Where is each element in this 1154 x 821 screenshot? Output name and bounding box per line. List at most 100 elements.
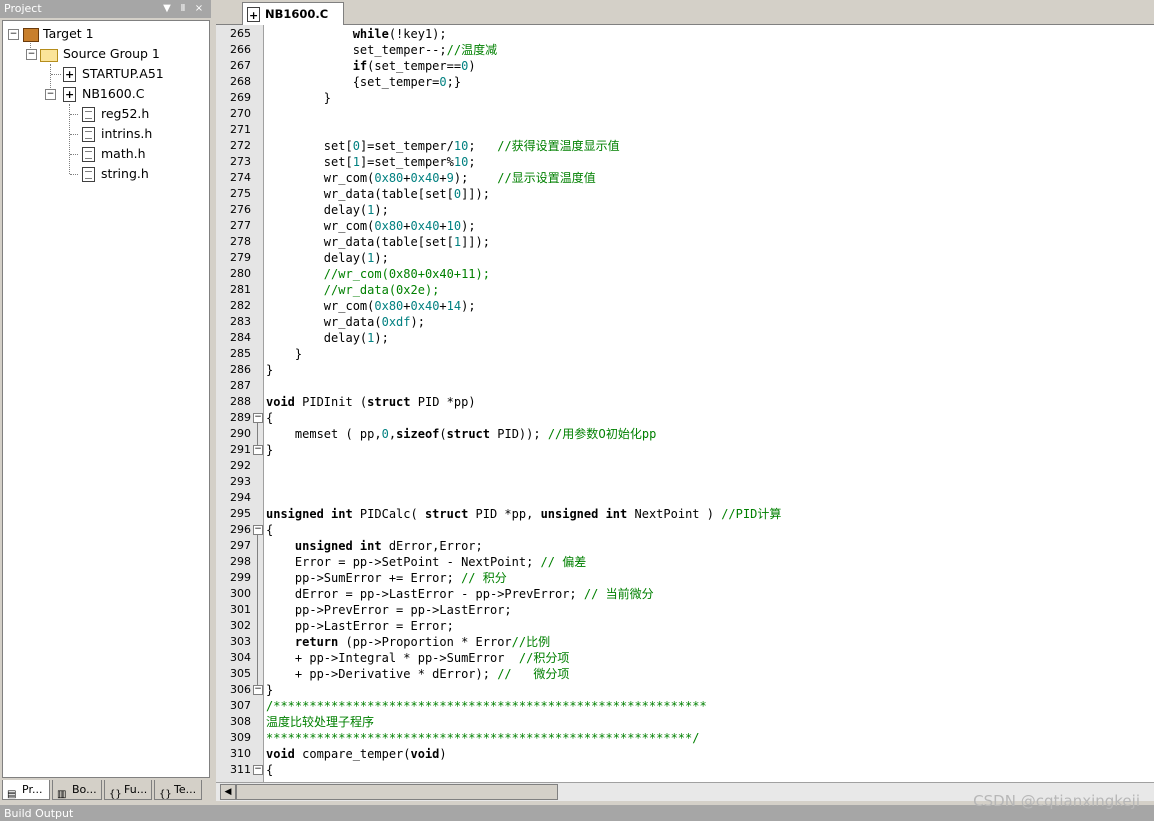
code-line[interactable]: 294 [216, 490, 1154, 506]
code-text: delay(1); [266, 331, 389, 345]
code-line[interactable]: 287 [216, 378, 1154, 394]
code-line[interactable]: 278 wr_data(table[set[1]]); [216, 234, 1154, 250]
code-line[interactable]: 267 if(set_temper==0) [216, 58, 1154, 74]
header-file-icon [82, 147, 95, 162]
line-number: 296 [230, 523, 251, 536]
line-number: 293 [230, 475, 251, 488]
code-line[interactable]: 281 //wr_data(0x2e); [216, 282, 1154, 298]
panel-menu-icon[interactable]: ▼ [160, 0, 174, 18]
code-line[interactable]: 265 while(!key1); [216, 26, 1154, 42]
code-line[interactable]: 283 wr_data(0xdf); [216, 314, 1154, 330]
header-file-icon [82, 167, 95, 182]
code-line[interactable]: 296−{ [216, 522, 1154, 538]
code-line[interactable]: 268 {set_temper=0;} [216, 74, 1154, 90]
line-number: 291 [230, 443, 251, 456]
tree-item-label: Target 1 [43, 26, 94, 41]
code-line[interactable]: 303 return (pp->Proportion * Error//比例 [216, 634, 1154, 650]
code-text: 温度比较处理子程序 [266, 715, 375, 729]
code-line[interactable]: 300 dError = pp->LastError - pp->PrevErr… [216, 586, 1154, 602]
line-number: 290 [230, 427, 251, 440]
code-line[interactable]: 291−} [216, 442, 1154, 458]
code-line[interactable]: 307 /************************************… [216, 698, 1154, 714]
fold-end-icon[interactable]: − [253, 685, 263, 695]
tree-item-label: math.h [101, 146, 146, 161]
line-number: 273 [230, 155, 251, 168]
code-line[interactable]: 311−{ [216, 762, 1154, 778]
code-line[interactable]: 270 [216, 106, 1154, 122]
collapse-icon[interactable]: − [8, 29, 19, 40]
code-line[interactable]: 309 *************************************… [216, 730, 1154, 746]
code-line[interactable]: 308 温度比较处理子程序 [216, 714, 1154, 730]
panel-close-icon[interactable]: × [192, 0, 206, 18]
line-number: 310 [230, 747, 251, 760]
code-line[interactable]: 298 Error = pp->SetPoint - NextPoint; //… [216, 554, 1154, 570]
code-line[interactable]: 302 pp->LastError = Error; [216, 618, 1154, 634]
code-line[interactable]: 292 [216, 458, 1154, 474]
code-line[interactable]: 280 //wr_com(0x80+0x40+11); [216, 266, 1154, 282]
fold-end-icon[interactable]: − [253, 445, 263, 455]
tab-books[interactable]: ▥ Bo... [52, 780, 102, 800]
code-text: { [266, 523, 274, 537]
code-line[interactable]: 285 } [216, 346, 1154, 362]
code-line[interactable]: 286} [216, 362, 1154, 378]
line-number: 268 [230, 75, 251, 88]
code-line[interactable]: 295 unsigned int PIDCalc( struct PID *pp,… [216, 506, 1154, 522]
code-text: if(set_temper==0) [352, 59, 476, 73]
panel-pin-icon[interactable]: Ⅱ [176, 0, 190, 18]
code-line[interactable]: 269 } [216, 90, 1154, 106]
fold-collapse-icon[interactable]: − [253, 765, 263, 775]
code-line[interactable]: 271 [216, 122, 1154, 138]
code-line[interactable]: 306−} [216, 682, 1154, 698]
code-line[interactable]: 289−{ [216, 410, 1154, 426]
code-line[interactable]: 273 set[1]=set_temper%10; [216, 154, 1154, 170]
code-line[interactable]: 276 delay(1); [216, 202, 1154, 218]
code-line[interactable]: 290 memset ( pp,0,sizeof(struct PID)); /… [216, 426, 1154, 442]
tab-project[interactable]: ▤ Pr... [2, 780, 50, 800]
editor-tab-bar: NB1600.C [216, 0, 1154, 27]
line-number: 288 [230, 395, 251, 408]
code-line[interactable]: 288 void PIDInit (struct PID *pp) [216, 394, 1154, 410]
code-line[interactable]: 274 wr_com(0x80+0x40+9); //显示设置温度值 [216, 170, 1154, 186]
code-line[interactable]: 297 unsigned int dError,Error; [216, 538, 1154, 554]
line-number: 282 [230, 299, 251, 312]
scroll-left-icon[interactable]: ◀ [220, 784, 236, 800]
collapse-icon[interactable]: − [45, 89, 56, 100]
fold-collapse-icon[interactable]: − [253, 413, 263, 423]
source-file-icon [63, 85, 76, 105]
code-text: pp->LastError = Error; [266, 619, 454, 633]
header-file-icon [82, 127, 95, 142]
code-text: set[0]=set_temper/10; //获得设置温度显示值 [266, 139, 620, 153]
scrollbar-thumb[interactable] [236, 784, 558, 800]
code-line[interactable]: 299 pp->SumError += Error; // 积分 [216, 570, 1154, 586]
code-line[interactable]: 277 wr_com(0x80+0x40+10); [216, 218, 1154, 234]
code-line[interactable]: 310 void compare_temper(void) [216, 746, 1154, 762]
code-text: wr_data(table[set[1]]); [266, 235, 490, 249]
tree-item-label: string.h [101, 166, 149, 181]
line-number: 295 [230, 507, 251, 520]
source-file-icon [247, 5, 260, 27]
code-line[interactable]: 279 delay(1); [216, 250, 1154, 266]
line-number: 284 [230, 331, 251, 344]
code-line[interactable]: 301 pp->PrevError = pp->LastError; [216, 602, 1154, 618]
code-line[interactable]: 282 wr_com(0x80+0x40+14); [216, 298, 1154, 314]
code-line[interactable]: 284 delay(1); [216, 330, 1154, 346]
line-number: 286 [230, 363, 251, 376]
code-line[interactable]: 266 set_temper--;//温度减 [216, 42, 1154, 58]
code-line[interactable]: 275 wr_data(table[set[0]]); [216, 186, 1154, 202]
code-line[interactable]: 293 [216, 474, 1154, 490]
code-text: delay(1); [266, 203, 389, 217]
code-line[interactable]: 272 set[0]=set_temper/10; //获得设置温度显示值 [216, 138, 1154, 154]
code-line[interactable]: 305 + pp->Derivative * dError); // 微分项 [216, 666, 1154, 682]
tree-item-label: STARTUP.A51 [82, 66, 164, 81]
code-text: unsigned int dError,Error; [294, 539, 483, 553]
fold-collapse-icon[interactable]: − [253, 525, 263, 535]
watermark: CSDN @cqtianxingkeji [973, 792, 1140, 810]
tab-functions[interactable]: {} Fu... [104, 780, 152, 800]
code-text: wr_com(0x80+0x40+9); //显示设置温度值 [266, 171, 596, 185]
collapse-icon[interactable]: − [26, 49, 37, 60]
code-line[interactable]: 304 + pp->Integral * pp->SumError //积分项 [216, 650, 1154, 666]
editor-tab-nb1600[interactable]: NB1600.C [242, 2, 344, 27]
code-text: ****************************************… [266, 731, 700, 745]
tab-templates[interactable]: {} Te... [154, 780, 202, 800]
code-editor[interactable]: 265 while(!key1); 266 set_temper--;//温度减 2… [216, 25, 1154, 782]
